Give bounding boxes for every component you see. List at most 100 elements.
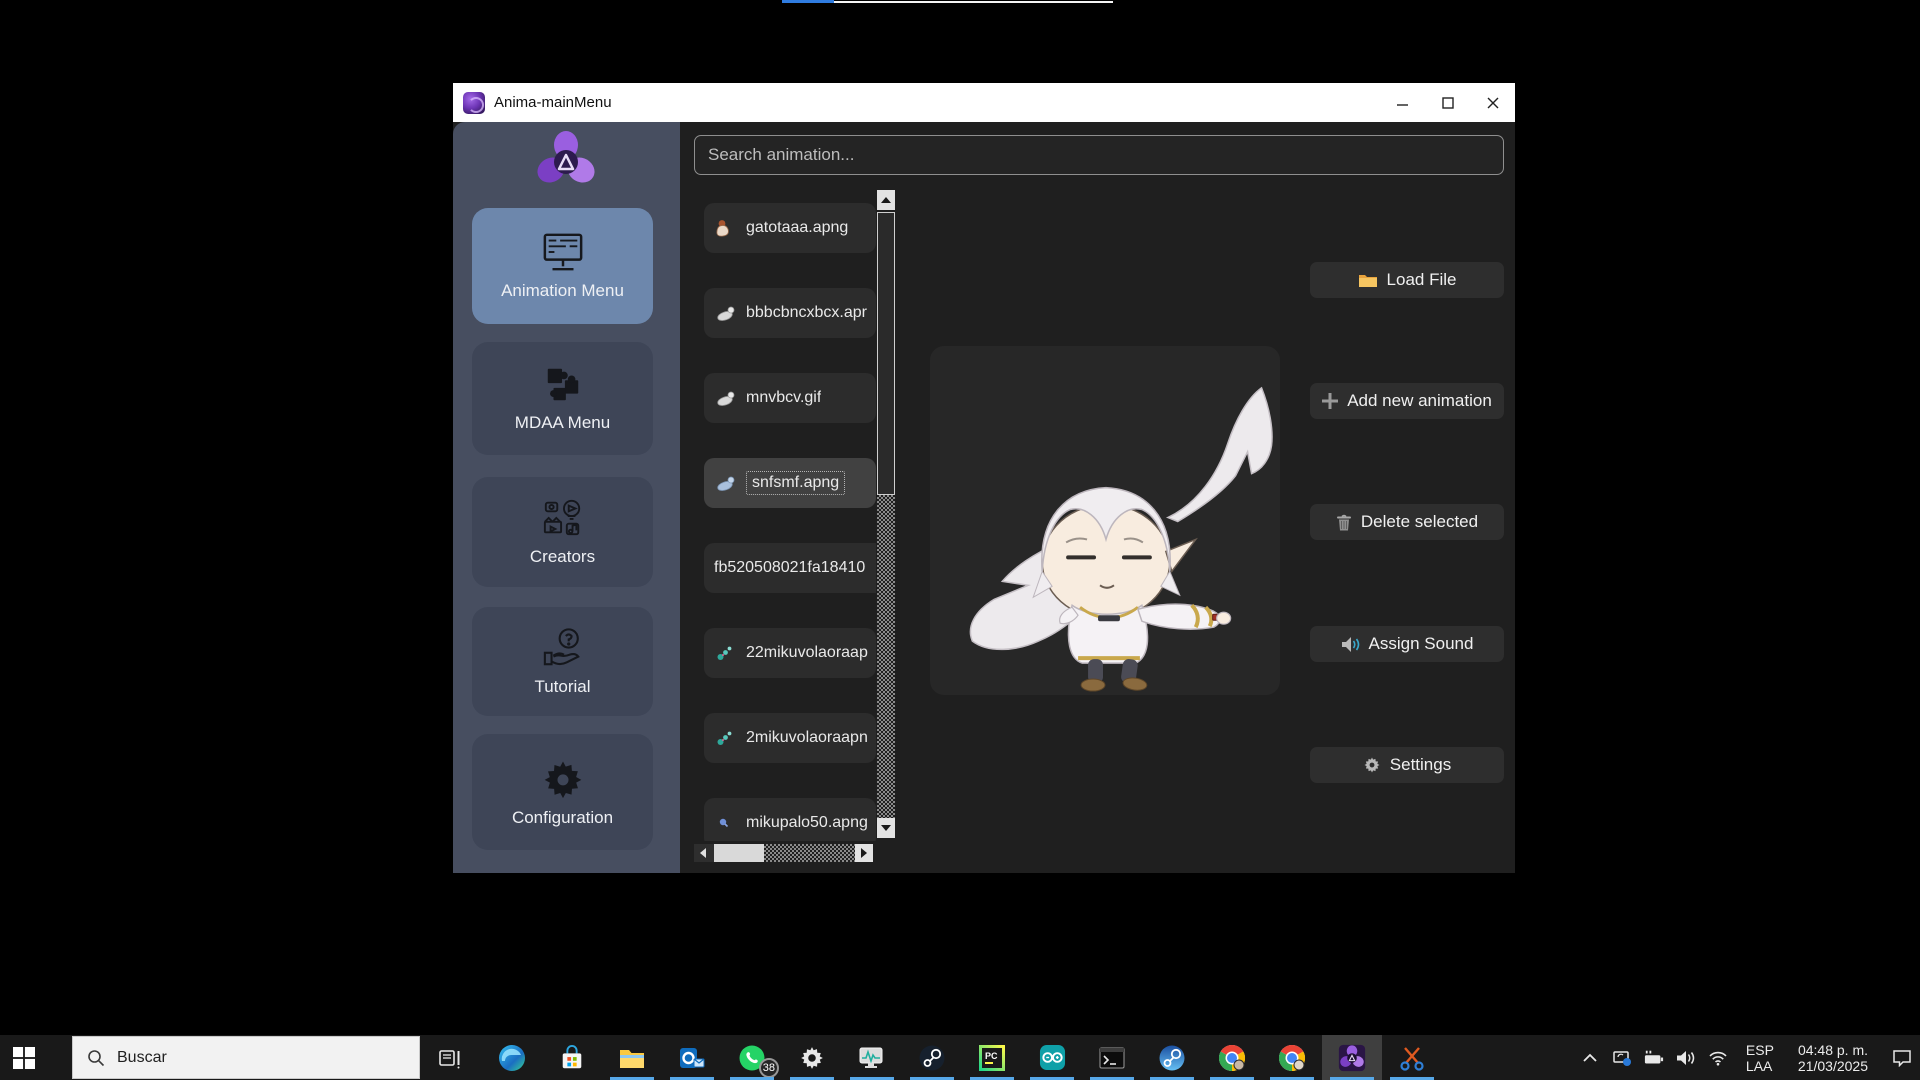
sidebar-item-label: Animation Menu	[501, 281, 624, 301]
microsoft-store-icon	[559, 1045, 585, 1071]
taskbar-chrome-app-1[interactable]	[1202, 1035, 1262, 1080]
down-arrow-icon	[881, 825, 891, 831]
taskbar-terminal-app[interactable]	[1082, 1035, 1142, 1080]
horizontal-scrollbar	[694, 844, 876, 862]
sidebar-item-tutorial[interactable]: Tutorial	[472, 607, 653, 716]
tray-tablet-mode[interactable]	[1606, 1035, 1638, 1080]
list-item-selected[interactable]: snfsmf.apng	[704, 458, 876, 508]
sidebar-item-animation-menu[interactable]: Animation Menu	[472, 208, 653, 324]
taskbar-settings-app[interactable]	[782, 1035, 842, 1080]
button-label: Add new animation	[1347, 391, 1492, 411]
scroll-right-button[interactable]	[855, 844, 873, 862]
steam-icon	[918, 1044, 946, 1072]
taskbar-outlook-app[interactable]	[662, 1035, 722, 1080]
vertical-scrollbar-track[interactable]	[877, 495, 895, 818]
tray-battery[interactable]	[1638, 1035, 1670, 1080]
creators-icon	[540, 497, 586, 539]
minimize-icon	[1397, 97, 1409, 109]
list-item[interactable]: 2mikuvolaoraapn	[704, 713, 876, 763]
maximize-icon	[1442, 97, 1454, 109]
sidebar-item-label: Creators	[530, 547, 595, 567]
horizontal-scrollbar-thumb[interactable]	[714, 844, 764, 862]
anima-icon	[1338, 1044, 1366, 1072]
list-item[interactable]: mikupalo50.apng	[704, 798, 876, 841]
delete-selected-button[interactable]: Delete selected	[1310, 504, 1504, 540]
task-view-button[interactable]	[430, 1035, 470, 1080]
file-name: bbbcbncxbcx.apr	[746, 304, 867, 322]
chevron-up-icon	[1582, 1051, 1598, 1065]
minimize-button[interactable]	[1380, 83, 1425, 122]
sidebar-item-creators[interactable]: Creators	[472, 477, 653, 587]
sidebar-item-label: Tutorial	[534, 677, 590, 697]
tray-wifi[interactable]	[1702, 1035, 1734, 1080]
maximize-button[interactable]	[1425, 83, 1470, 122]
button-label: Delete selected	[1361, 512, 1478, 532]
file-name: snfsmf.apng	[746, 471, 845, 495]
clock-time: 04:48 p. m.	[1798, 1042, 1868, 1058]
file-name: mnvbcv.gif	[746, 389, 821, 407]
list-item[interactable]: mnvbcv.gif	[704, 373, 876, 423]
orange-chibi-sprite-icon	[716, 219, 738, 237]
taskbar-chrome-app-2[interactable]	[1262, 1035, 1322, 1080]
taskbar-task-manager-app[interactable]	[842, 1035, 902, 1080]
list-item[interactable]: 22mikuvolaoraap	[704, 628, 876, 678]
taskbar-search-box[interactable]: Buscar	[72, 1036, 420, 1079]
window-controls	[1380, 83, 1515, 122]
add-new-animation-button[interactable]: Add new animation	[1310, 383, 1504, 419]
titlebar: Anima-mainMenu	[453, 83, 1515, 122]
taskbar-steam-blue-app[interactable]	[1142, 1035, 1202, 1080]
scroll-up-button[interactable]	[877, 190, 895, 210]
horizontal-scrollbar-track[interactable]	[764, 844, 855, 862]
close-button[interactable]	[1470, 83, 1515, 122]
steam-blue-icon	[1158, 1044, 1186, 1072]
file-name: mikupalo50.apng	[746, 814, 868, 832]
settings-button[interactable]: Settings	[1310, 747, 1504, 783]
anima-app-icon	[463, 92, 485, 114]
button-label: Settings	[1390, 755, 1451, 775]
taskbar-arduino-app[interactable]	[1022, 1035, 1082, 1080]
taskbar-anima-app-active[interactable]	[1322, 1035, 1382, 1080]
vertical-scrollbar-thumb[interactable]	[877, 212, 895, 495]
tray-volume[interactable]	[1670, 1035, 1702, 1080]
taskbar-steam-app[interactable]	[902, 1035, 962, 1080]
scroll-down-button[interactable]	[877, 818, 895, 838]
chrome-icon	[1278, 1044, 1306, 1072]
taskbar-pycharm-app[interactable]: PC	[962, 1035, 1022, 1080]
svg-text:PC: PC	[985, 1051, 998, 1061]
animation-file-list: gatotaaa.apng bbbcbncxbcx.apr mnvbcv.gif…	[704, 190, 876, 841]
background-window-edge-blue	[782, 0, 834, 3]
action-center-button[interactable]	[1884, 1035, 1920, 1080]
tray-chevron-up[interactable]	[1574, 1035, 1606, 1080]
list-item[interactable]: bbbcbncxbcx.apr	[704, 288, 876, 338]
animation-preview-panel	[930, 346, 1280, 695]
task-view-icon	[438, 1047, 462, 1069]
keyboard-layout: LAA	[1746, 1058, 1774, 1074]
whatsapp-unread-badge: 38	[759, 1058, 779, 1078]
anima-logo	[534, 130, 598, 194]
up-arrow-icon	[881, 197, 891, 203]
list-item[interactable]: gatotaaa.apng	[704, 203, 876, 253]
taskbar-store-app[interactable]	[542, 1035, 602, 1080]
tray-language-indicator[interactable]: ESP LAA	[1740, 1041, 1780, 1075]
search-icon	[87, 1049, 105, 1067]
tray-clock[interactable]: 04:48 p. m. 21/03/2025	[1792, 1041, 1874, 1075]
taskbar-snipping-tool-app[interactable]	[1382, 1035, 1442, 1080]
sidebar: Animation Menu MDAA Menu	[453, 122, 680, 873]
start-button[interactable]	[0, 1035, 48, 1080]
taskbar-edge-app[interactable]	[482, 1035, 542, 1080]
assign-sound-button[interactable]: Assign Sound	[1310, 626, 1504, 662]
search-animation-input[interactable]	[694, 135, 1504, 175]
clock-date: 21/03/2025	[1798, 1058, 1868, 1074]
snipping-scissors-icon	[1399, 1045, 1425, 1071]
taskbar-whatsapp-app[interactable]: 38	[722, 1035, 782, 1080]
language-code: ESP	[1746, 1042, 1774, 1058]
scroll-left-button[interactable]	[694, 844, 712, 862]
load-file-button[interactable]: Load File	[1310, 262, 1504, 298]
action-center-icon	[1892, 1049, 1912, 1067]
sidebar-item-mdaa-menu[interactable]: MDAA Menu	[472, 342, 653, 455]
list-item[interactable]: fb520508021fa18410	[704, 543, 876, 593]
sidebar-item-configuration[interactable]: Configuration	[472, 734, 653, 850]
chibi-character-preview	[930, 346, 1280, 695]
taskbar-file-explorer-app[interactable]	[602, 1035, 662, 1080]
file-name: fb520508021fa18410	[714, 559, 865, 577]
